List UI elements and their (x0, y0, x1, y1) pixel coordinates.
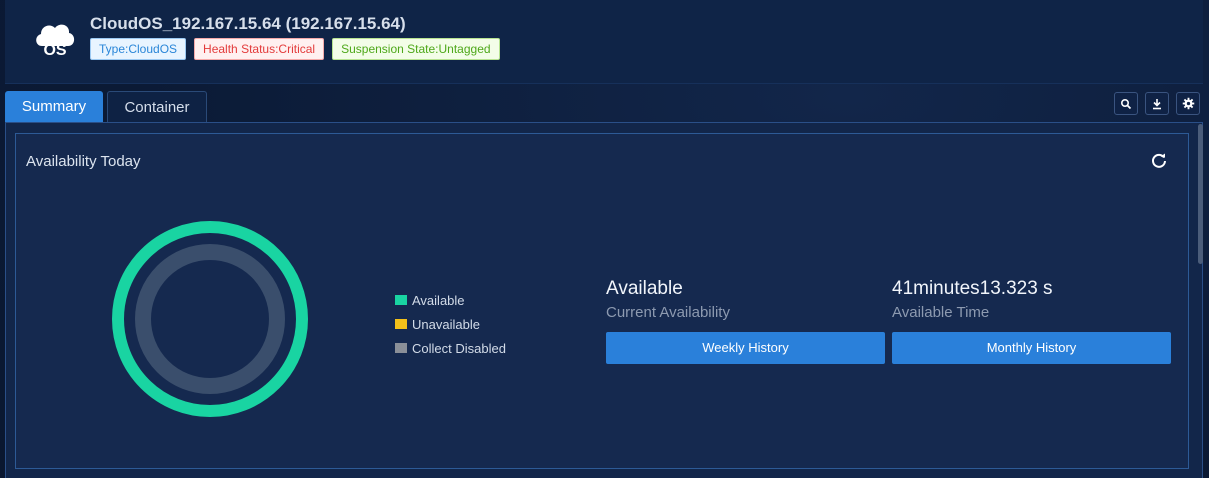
availability-legend: Available Unavailable Collect Disabled (395, 288, 506, 360)
tag-list: Type:CloudOS Health Status:Critical Susp… (90, 38, 500, 60)
scrollbar[interactable] (1198, 124, 1203, 264)
logo-text: OS (43, 42, 66, 59)
download-button[interactable] (1145, 92, 1169, 115)
current-availability-value: Available (606, 278, 683, 299)
legend-swatch (395, 343, 407, 353)
available-time-stat: 41minutes13.323 s Available Time (892, 278, 1053, 321)
search-button[interactable] (1114, 92, 1138, 115)
monthly-history-button[interactable]: Monthly History (892, 332, 1171, 364)
health-status-tag: Health Status:Critical (194, 38, 325, 60)
available-time-label: Available Time (892, 304, 990, 321)
tab-container[interactable]: Container (107, 91, 207, 123)
legend-label: Unavailable (412, 316, 480, 332)
legend-item-unavailable: Unavailable (395, 312, 506, 336)
inner-ring (135, 244, 285, 394)
current-availability-stat: Available Current Availability (606, 278, 730, 321)
suspension-state-tag: Suspension State:Untagged (332, 38, 500, 60)
gear-icon (1182, 97, 1194, 110)
legend-label: Collect Disabled (412, 340, 506, 356)
legend-item-available: Available (395, 288, 506, 312)
refresh-button[interactable] (1150, 152, 1168, 170)
legend-swatch (395, 295, 407, 305)
refresh-icon (1152, 153, 1166, 168)
availability-donut-chart (110, 219, 310, 419)
download-icon (1153, 98, 1161, 109)
available-time-value: 41minutes13.323 s (892, 278, 1053, 299)
legend-label: Available (412, 292, 465, 308)
page-title: CloudOS_192.167.15.64 (192.167.15.64) (90, 14, 406, 33)
current-availability-label: Current Availability (606, 304, 730, 321)
type-tag: Type:CloudOS (90, 38, 187, 60)
page: OS CloudOS_192.167.15.64 (192.167.15.64)… (0, 0, 1209, 478)
resource-header: OS CloudOS_192.167.15.64 (192.167.15.64)… (5, 0, 1203, 84)
legend-item-collect-disabled: Collect Disabled (395, 336, 506, 360)
search-icon (1120, 98, 1132, 109)
settings-button[interactable] (1176, 92, 1200, 115)
tab-summary[interactable]: Summary (5, 91, 103, 123)
availability-title: Availability Today (26, 153, 141, 170)
legend-swatch (395, 319, 407, 329)
cloud-os-logo-icon: OS (32, 16, 78, 62)
weekly-history-button[interactable]: Weekly History (606, 332, 885, 364)
